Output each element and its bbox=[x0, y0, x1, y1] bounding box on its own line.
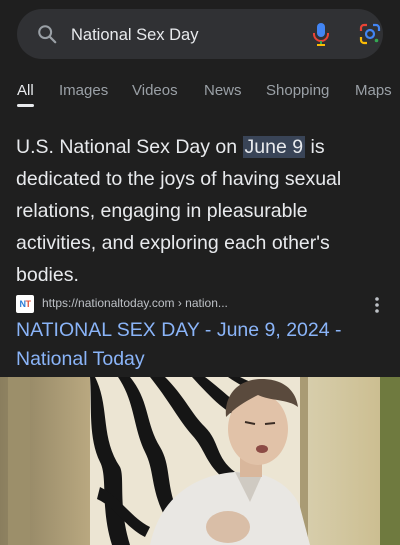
site-favicon: NT bbox=[16, 295, 34, 313]
tab-news[interactable]: News bbox=[204, 82, 242, 99]
search-input[interactable] bbox=[69, 21, 293, 49]
more-vert-icon[interactable] bbox=[372, 295, 382, 315]
search-icon[interactable] bbox=[36, 23, 58, 45]
tab-images[interactable]: Images bbox=[59, 82, 108, 99]
snippet-highlight: June 9 bbox=[242, 136, 306, 158]
search-tabs: All Images Videos News Shopping Maps bbox=[0, 80, 400, 110]
result-source[interactable]: NT https://nationaltoday.com › nation... bbox=[16, 293, 386, 315]
google-lens-icon[interactable] bbox=[358, 22, 382, 46]
tab-maps[interactable]: Maps bbox=[355, 82, 392, 99]
search-bar[interactable] bbox=[17, 9, 383, 59]
result-url[interactable]: https://nationaltoday.com › nation... bbox=[42, 296, 228, 310]
snippet-text-before: U.S. National Sex Day on bbox=[16, 136, 243, 158]
tab-videos[interactable]: Videos bbox=[132, 82, 178, 99]
result-title-link[interactable]: NATIONAL SEX DAY - June 9, 2024 - Nation… bbox=[16, 316, 386, 374]
tab-shopping[interactable]: Shopping bbox=[266, 82, 329, 99]
featured-snippet-text: U.S. National Sex Day on June 9 is dedic… bbox=[16, 131, 386, 291]
search-results-panel: All Images Videos News Shopping Maps U.S… bbox=[0, 0, 400, 377]
microphone-icon[interactable] bbox=[311, 22, 331, 46]
reaction-image-drawing bbox=[0, 377, 400, 545]
snippet-text-after: is dedicated to the joys of having sexua… bbox=[16, 136, 342, 286]
tab-all[interactable]: All bbox=[17, 82, 34, 99]
active-tab-indicator bbox=[17, 104, 34, 107]
reaction-image bbox=[0, 377, 400, 545]
